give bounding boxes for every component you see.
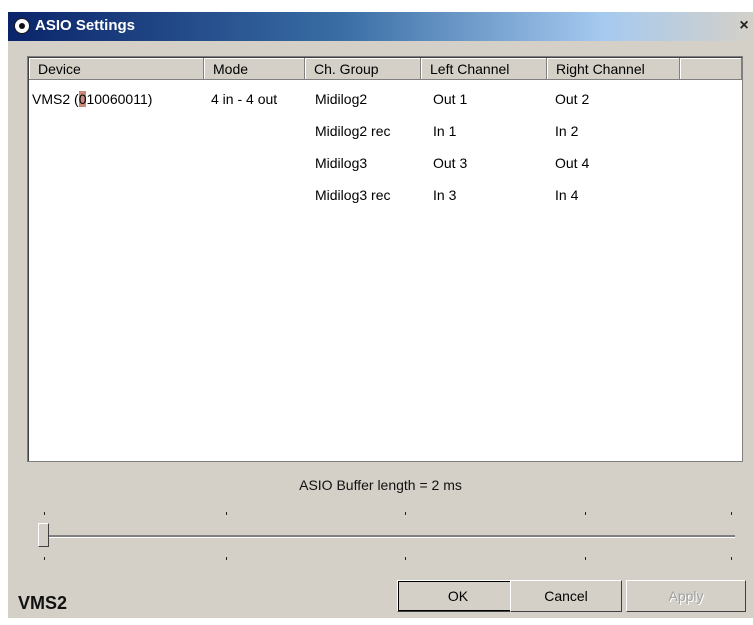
slider-tick	[731, 512, 732, 515]
buffer-slider-track[interactable]	[44, 535, 735, 538]
buffer-length-label: ASIO Buffer length = 2 ms	[299, 477, 462, 493]
device-list[interactable]: Device Mode Ch. Group Left Channel Right…	[27, 56, 743, 462]
row-group[interactable]: Midilog2 rec	[315, 122, 390, 140]
cancel-button[interactable]: Cancel	[510, 580, 622, 612]
device-name-suffix: 10060011)	[86, 91, 153, 107]
app-icon	[14, 18, 30, 34]
row-left-channel[interactable]: Out 1	[433, 90, 467, 108]
close-button[interactable]: ×	[735, 17, 753, 35]
slider-tick	[731, 557, 732, 560]
window-title: ASIO Settings	[35, 17, 136, 34]
apply-button[interactable]: Apply	[626, 580, 746, 612]
slider-tick	[44, 512, 45, 515]
row-group[interactable]: Midilog3 rec	[315, 186, 390, 204]
row-right-channel[interactable]: In 4	[555, 186, 578, 204]
row-right-channel[interactable]: Out 2	[555, 90, 589, 108]
asio-settings-dialog: ASIO Settings × Device Mode Ch. Group Le…	[8, 12, 753, 618]
ok-button[interactable]: OK	[397, 580, 519, 612]
row-right-channel[interactable]: Out 4	[555, 154, 589, 172]
device-name-prefix: VMS2 (	[32, 91, 79, 107]
device-brand-label: VMS2	[18, 593, 68, 613]
device-name[interactable]: VMS2 (010060011)	[32, 90, 152, 108]
slider-tick	[405, 557, 406, 560]
column-header-mode[interactable]: Mode	[204, 58, 305, 80]
device-mode: 4 in - 4 out	[211, 91, 278, 107]
slider-tick	[585, 512, 586, 515]
column-header-left-channel[interactable]: Left Channel	[421, 58, 547, 80]
title-bar: ASIO Settings ×	[8, 12, 753, 41]
row-group[interactable]: Midilog3	[315, 154, 367, 172]
slider-tick	[585, 557, 586, 560]
slider-tick	[226, 512, 227, 515]
column-header-right-channel[interactable]: Right Channel	[547, 58, 680, 80]
row-left-channel[interactable]: Out 3	[433, 154, 467, 172]
buffer-slider-thumb[interactable]	[38, 523, 49, 547]
row-left-channel[interactable]: In 1	[433, 122, 456, 140]
row-group[interactable]: Midilog2	[315, 90, 367, 108]
row-left-channel[interactable]: In 3	[433, 186, 456, 204]
slider-tick	[405, 512, 406, 515]
row-right-channel[interactable]: In 2	[555, 122, 578, 140]
column-header-device[interactable]: Device	[29, 58, 204, 80]
column-header-ch-group[interactable]: Ch. Group	[305, 58, 421, 80]
slider-tick	[44, 557, 45, 560]
slider-tick	[226, 557, 227, 560]
column-header-blank	[680, 58, 742, 80]
